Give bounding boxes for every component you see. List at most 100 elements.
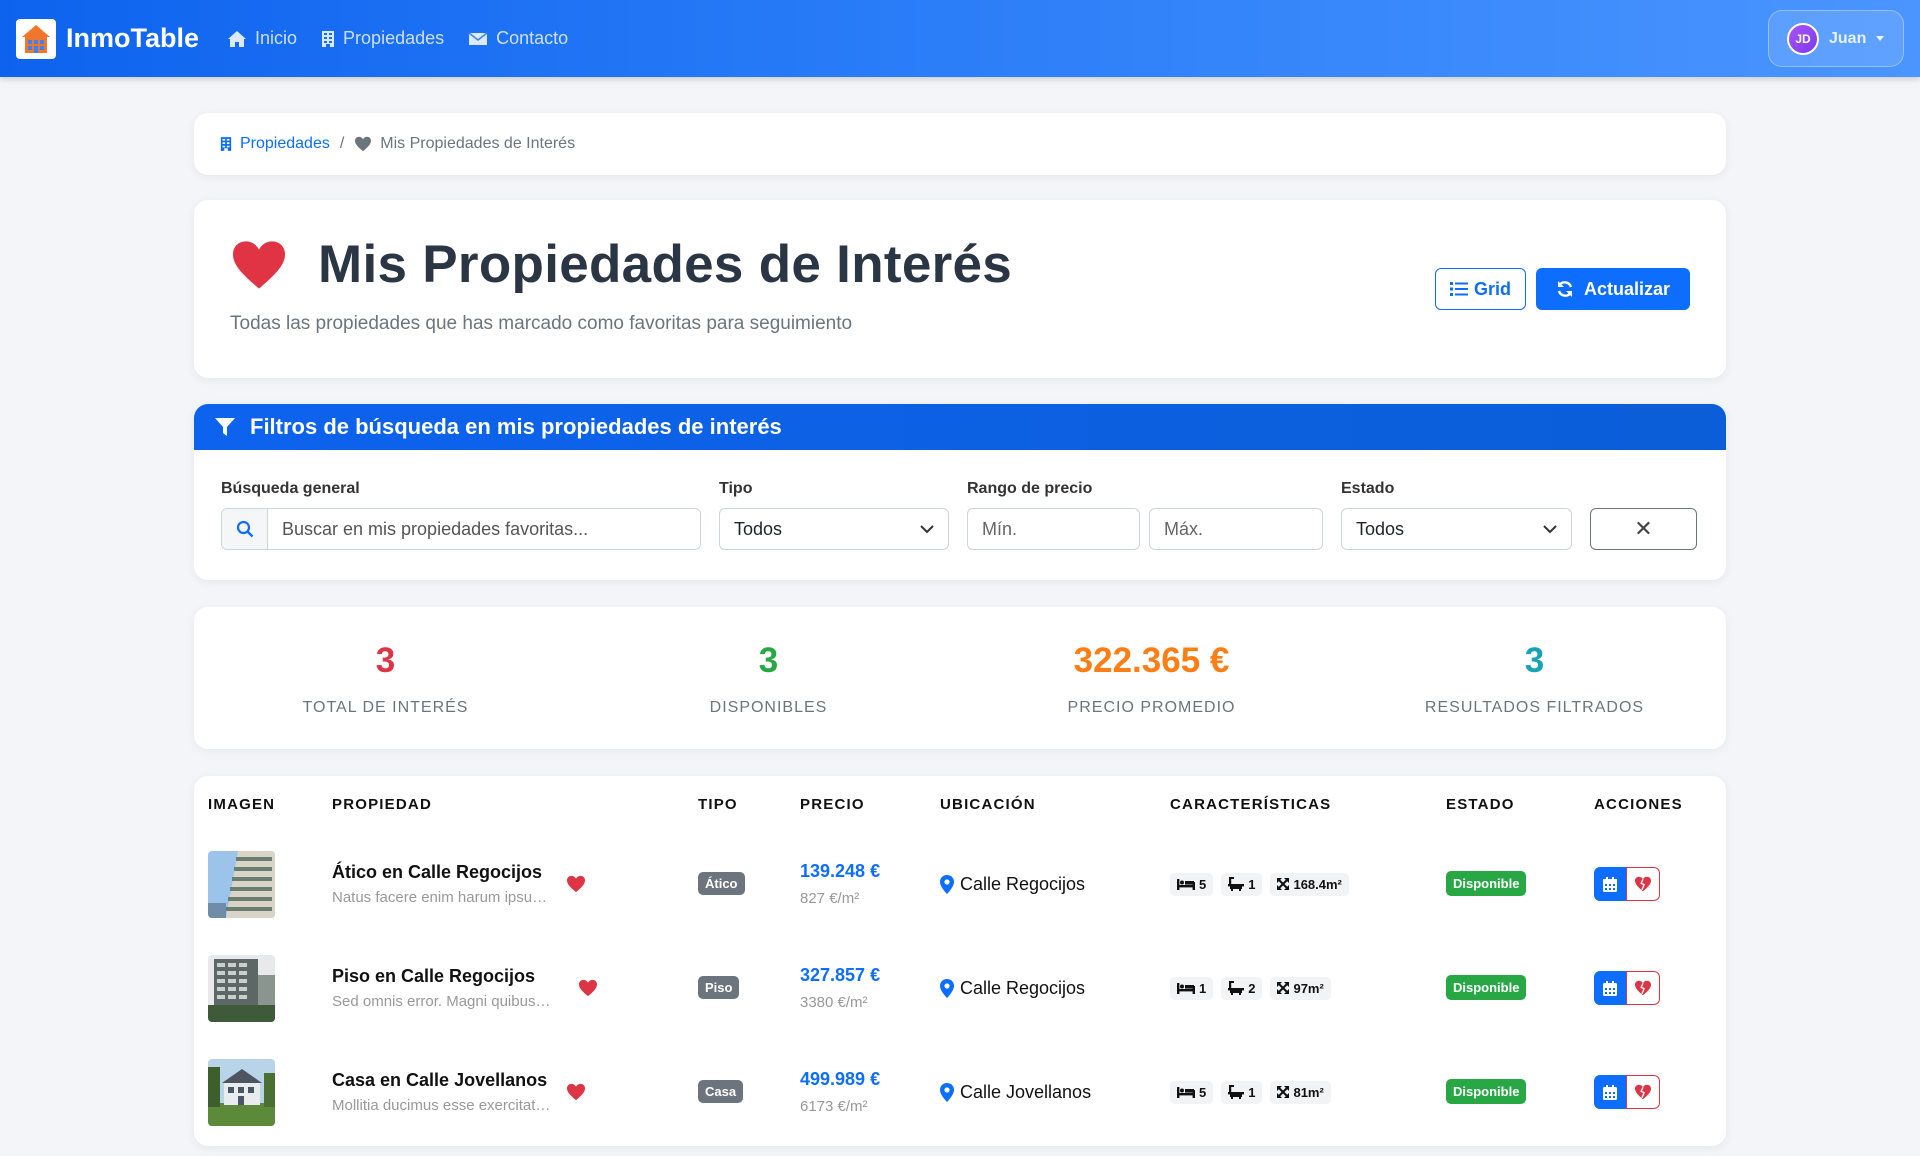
property-title[interactable]: Casa en Calle Jovellanos [332,1070,552,1091]
column-header: UBICACIÓN [940,795,1036,813]
breadcrumb-current-label: Mis Propiedades de Interés [380,135,576,152]
heart-icon [355,136,372,152]
type-badge: Piso [698,976,740,999]
table-row[interactable]: Ático en Calle Regocijos Natus facere en… [194,832,1726,936]
stat-value: 322.365 € [1073,641,1230,680]
stat-average-price: 322.365 € PRECIO PROMEDIO [960,607,1343,749]
column-header: CARACTERÍSTICAS [1170,795,1332,813]
property-description: Natus facere enim harum ipsum dolores [332,889,552,906]
properties-table: IMAGEN PROPIEDAD TIPO PRECIO UBICACIÓN C… [194,776,1726,1144]
stat-total: 3 TOTAL DE INTERÉS [194,607,577,749]
bed-icon [1177,879,1195,890]
property-price: 139.248 € [800,861,881,881]
expand-icon [1277,878,1290,890]
property-thumbnail[interactable] [208,954,275,1022]
beds-count: 1 [1199,980,1207,996]
remove-favorite-button[interactable] [1626,971,1660,1005]
property-description: Mollitia ducimus esse exercitationem qui… [332,1097,552,1114]
property-title[interactable]: Ático en Calle Regocijos [332,862,552,883]
grid-view-button[interactable]: Grid [1434,268,1526,310]
top-navbar: InmoTable Inicio Propiedades Contacto JD… [0,0,1920,77]
page-title: Mis Propiedades de Interés [318,235,1013,294]
price-per-m2: 3380 €/m² [800,994,868,1011]
price-per-m2: 6173 €/m² [800,1098,868,1115]
min-price-input[interactable] [967,508,1140,550]
type-select-value: Todos [734,518,783,539]
max-price-input[interactable] [1149,508,1323,550]
breadcrumb-separator: / [339,135,345,152]
baths-count: 1 [1248,876,1256,892]
clear-filters-button[interactable]: ✕ [1590,508,1697,550]
nav-link-propiedades[interactable]: Propiedades [321,28,444,49]
bath-icon [1228,981,1245,995]
heart-broken-icon [1635,876,1651,892]
property-features: 1 2 97m² [1170,976,1432,1000]
schedule-visit-button[interactable] [1594,971,1626,1005]
nav-link-inicio[interactable]: Inicio [227,28,297,49]
search-label: Búsqueda general [221,480,360,497]
property-features: 5 1 81m² [1170,1080,1432,1104]
search-group: Búsqueda general [221,480,701,550]
table-row[interactable]: Casa en Calle Jovellanos Mollitia ducimu… [194,1040,1726,1144]
stat-value: 3 [1524,641,1545,680]
map-pin-icon [940,978,954,998]
nav-link-contacto[interactable]: Contacto [468,28,568,49]
property-location: Calle Regocijos [940,978,1156,999]
remove-favorite-button[interactable] [1626,1075,1660,1109]
nav-link-label: Contacto [496,28,569,48]
expand-icon [1277,1086,1290,1098]
properties-table-card: IMAGEN PROPIEDAD TIPO PRECIO UBICACIÓN C… [194,776,1726,1146]
stat-available: 3 DISPONIBLES [577,607,960,749]
envelope-icon [468,31,488,45]
type-group: Tipo Todos [719,480,949,550]
stat-filtered-results: 3 RESULTADOS FILTRADOS [1343,607,1726,749]
area-feature: 97m² [1270,976,1331,1000]
refresh-button[interactable]: Actualizar [1535,268,1690,310]
calendar-icon [1603,1084,1617,1100]
brand[interactable]: InmoTable [16,18,227,59]
property-thumbnail[interactable] [208,850,275,918]
house-logo-icon [16,18,56,59]
property-thumbnail[interactable] [208,1058,275,1126]
property-features: 5 1 168.4m² [1170,872,1432,896]
calendar-icon [1603,980,1617,996]
schedule-visit-button[interactable] [1594,867,1626,901]
caret-down-icon [1876,36,1885,41]
column-header: ACCIONES [1594,795,1683,813]
location-label: Calle Jovellanos [960,1081,1092,1102]
baths-feature: 1 [1221,872,1263,896]
user-menu-dropdown[interactable]: JD Juan [1768,10,1904,67]
search-input[interactable] [268,509,700,549]
breadcrumb-link-propiedades[interactable]: Propiedades [220,135,330,153]
heart-broken-icon [1635,980,1651,996]
home-icon [228,30,247,47]
property-title[interactable]: Piso en Calle Regocijos [332,966,552,987]
status-select[interactable]: Todos [1341,508,1572,550]
filter-icon [215,418,235,436]
price-per-m2: 827 €/m² [800,890,860,907]
heart-icon[interactable] [566,1083,586,1101]
beds-feature: 5 [1170,872,1214,896]
property-price: 499.989 € [800,1069,881,1089]
remove-favorite-button[interactable] [1626,867,1660,901]
heart-icon[interactable] [566,875,586,893]
page-subtitle: Todas las propiedades que has marcado co… [230,313,853,334]
list-icon [1449,282,1468,296]
schedule-visit-button[interactable] [1594,1075,1626,1109]
filters-header: Filtros de búsqueda en mis propiedades d… [194,404,1726,450]
user-name: Juan [1829,29,1867,47]
page-header: Mis Propiedades de Interés Todas las pro… [194,200,1726,378]
type-select[interactable]: Todos [719,508,949,550]
map-pin-icon [940,874,954,894]
status-badge: Disponible [1446,871,1527,896]
area-value: 168.4m² [1293,876,1342,892]
breadcrumb-current: Mis Propiedades de Interés [354,135,575,153]
status-select-value: Todos [1356,518,1405,539]
price-range-group: Rango de precio [967,480,1323,550]
heart-icon[interactable] [578,979,598,997]
table-row[interactable]: Piso en Calle Regocijos Sed omnis error.… [194,936,1726,1040]
column-header: IMAGEN [208,795,276,813]
calendar-icon [1603,876,1617,892]
column-header: PROPIEDAD [332,795,432,813]
type-label: Tipo [719,480,753,497]
